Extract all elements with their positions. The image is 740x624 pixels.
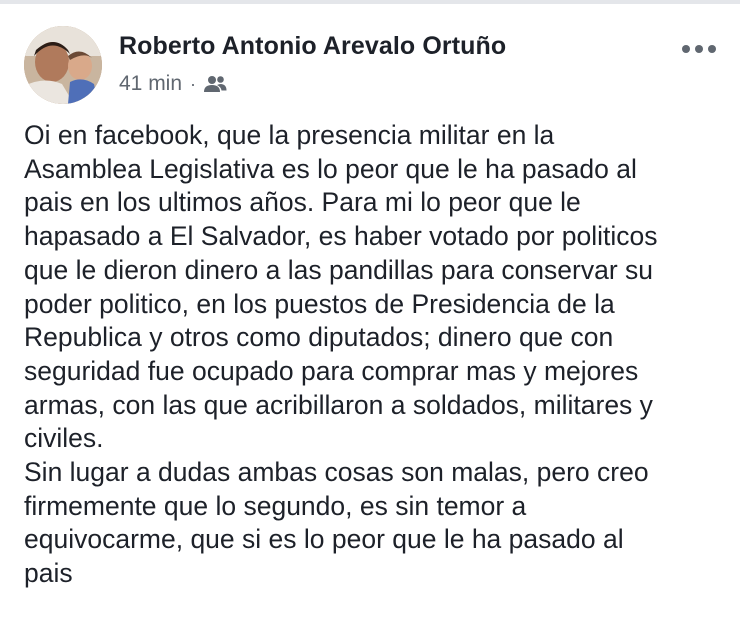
author-name[interactable]: Roberto Antonio Arevalo Ortuño: [119, 32, 506, 61]
facebook-post: Roberto Antonio Arevalo Ortuño 41 min · …: [0, 0, 740, 624]
more-dot: [682, 45, 690, 53]
post-timestamp[interactable]: 41 min: [119, 72, 182, 96]
meta-separator: ·: [190, 73, 197, 94]
more-options-icon[interactable]: [682, 42, 716, 56]
post-meta: 41 min ·: [119, 70, 227, 98]
top-divider: [0, 0, 740, 4]
post-paragraph: Oi en facebook, que la presencia militar…: [24, 120, 658, 454]
more-dot: [695, 45, 703, 53]
friends-icon[interactable]: [203, 75, 227, 93]
avatar[interactable]: [24, 26, 102, 104]
post-header: Roberto Antonio Arevalo Ortuño 41 min ·: [24, 26, 716, 106]
post-body: Oi en facebook, que la presencia militar…: [24, 119, 724, 591]
post-paragraph: Sin lugar a dudas ambas cosas son malas,…: [24, 457, 649, 589]
more-dot: [708, 45, 716, 53]
